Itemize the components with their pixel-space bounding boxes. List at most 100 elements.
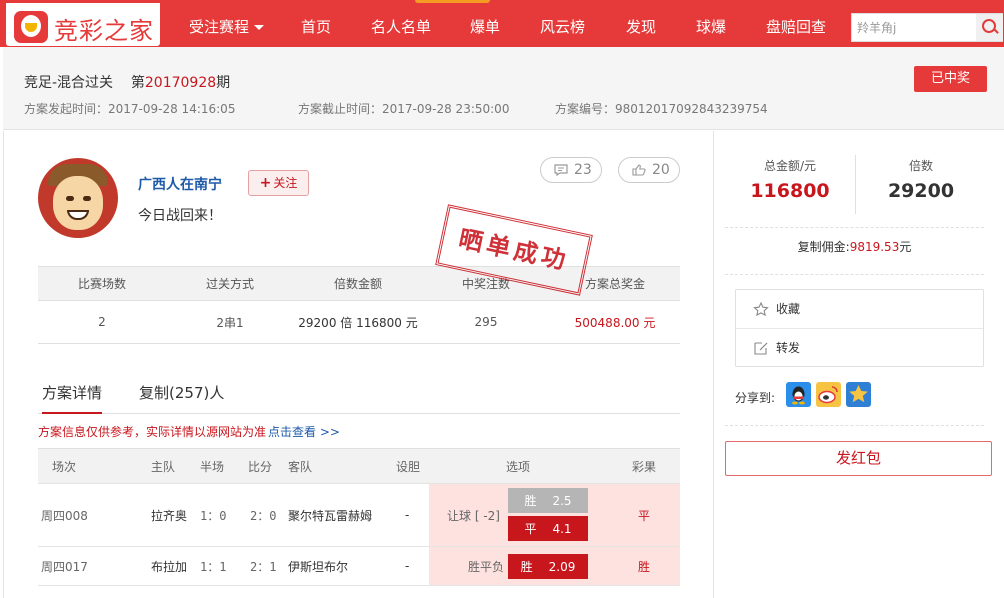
thumbs-up-icon <box>632 164 646 176</box>
search-input[interactable] <box>852 14 976 41</box>
site-logo[interactable]: 竞彩之家 <box>6 3 160 46</box>
comment-button[interactable]: 23 <box>540 157 602 183</box>
odds-value: 2.5 <box>552 493 572 508</box>
summary-winning-bets-value: 295 <box>474 315 498 329</box>
banker-flag: - <box>405 559 410 573</box>
action-panel: 收藏 转发 <box>735 289 984 367</box>
odds-option-selected: 胜 2.09 <box>508 554 588 579</box>
logo-text: 竞彩之家 <box>54 17 154 45</box>
summary-total-prize-value: 500488.00 元 <box>574 315 656 330</box>
plus-icon: + <box>259 175 272 191</box>
summary-col-amount: 倍数金额 <box>333 277 382 291</box>
summary-row: 2 2串1 29200 倍 116800 元 295 500488.00 元 <box>38 301 680 344</box>
nav-discover[interactable]: 发现 <box>626 16 656 37</box>
qzone-icon[interactable] <box>846 382 871 407</box>
col-score: 比分 <box>247 459 272 474</box>
odds-value: 4.1 <box>552 521 572 536</box>
total-amount-value: 116800 <box>750 180 830 202</box>
nav-celebrity-list[interactable]: 名人名单 <box>371 16 431 37</box>
divider <box>725 274 984 275</box>
plan-end-time: 方案截止时间：2017-09-28 23:50:00 <box>298 102 510 116</box>
full-time-score: 2：1 <box>250 559 277 574</box>
away-team: 伊斯坦布尔 <box>288 559 349 574</box>
col-banker: 设胆 <box>395 459 420 474</box>
match-result: 胜 <box>638 559 651 574</box>
qq-icon[interactable] <box>786 382 811 407</box>
summary-col-matches: 比赛场数 <box>77 277 126 291</box>
username-link[interactable]: 广西人在南宁 <box>138 174 222 194</box>
weibo-icon[interactable] <box>816 382 841 407</box>
commission-value: 9819.53 <box>849 240 900 254</box>
odds-label: 胜 <box>524 494 537 508</box>
issue-number: 20170928 <box>144 75 217 91</box>
plan-start-time: 方案发起时间：2017-09-28 14:16:05 <box>24 102 236 116</box>
commission-unit: 元 <box>899 240 912 254</box>
copy-commission: 复制佣金:9819.53元 <box>725 238 984 255</box>
home-team: 布拉加 <box>151 559 188 574</box>
favorite-button[interactable]: 收藏 <box>736 290 983 328</box>
col-result: 彩果 <box>631 459 656 474</box>
odds-label: 胜 <box>520 560 533 574</box>
plan-number: 方案编号：980120170928432397​54 <box>555 102 768 116</box>
share-edit-icon <box>754 342 768 355</box>
match-table-header: 场次 主队 半场 比分 客队 设胆 选项 彩果 <box>38 448 680 483</box>
follow-button[interactable]: + 关注 <box>248 170 309 196</box>
odds-value: 2.09 <box>548 559 576 574</box>
play-type: 让球 [ -2] <box>447 508 500 523</box>
nav-schedule[interactable]: 受注赛程 <box>189 16 264 37</box>
search-box <box>851 13 1003 42</box>
odds-label: 平 <box>524 522 537 536</box>
forward-label: 转发 <box>776 341 801 355</box>
home-team: 拉齐奥 <box>151 508 188 523</box>
col-options: 选项 <box>505 459 530 474</box>
like-button[interactable]: 20 <box>618 157 680 183</box>
search-icon[interactable] <box>976 14 1003 41</box>
tab-copy-users[interactable]: 复制(257)人 <box>139 382 224 403</box>
summary-matches-value: 2 <box>98 315 106 329</box>
table-row: 周四008 拉齐奥 1：0 2：0 聚尔特瓦雷赫姆 - 让球 [ -2] 胜 2.… <box>38 483 680 546</box>
view-source-link[interactable]: 点击查看 >> <box>268 425 340 439</box>
nav-home[interactable]: 首页 <box>301 16 331 37</box>
nav-odds-review[interactable]: 盘赔回查 <box>766 16 826 37</box>
forward-button[interactable]: 转发 <box>736 328 983 366</box>
plan-type: 竞足-混合过关 <box>24 75 114 91</box>
detail-tabs: 方案详情 复制(257)人 <box>38 372 680 414</box>
issue-prefix: 第 <box>130 75 145 91</box>
away-team: 聚尔特瓦雷赫姆 <box>288 508 373 523</box>
top-nav-bar: 竞彩之家 受注赛程 首页 名人名单 爆单 风云榜 发现 球爆 盘赔回查 <box>0 0 1004 47</box>
half-time-score: 1：1 <box>200 559 227 574</box>
total-amount-label: 总金额/元 <box>763 159 817 173</box>
nav-ball-burst[interactable]: 球爆 <box>696 16 726 37</box>
nav-leaderboard[interactable]: 风云榜 <box>540 16 585 37</box>
odds-option-selected: 平 4.1 <box>508 516 588 541</box>
plan-info-band: 竞足-混合过关 第20170928期 方案发起时间：2017-09-28 14:… <box>3 47 1004 130</box>
banker-flag: - <box>405 508 410 522</box>
follow-label: 关注 <box>273 176 298 190</box>
status-badge: 已中奖 <box>914 66 987 92</box>
like-count: 20 <box>652 162 670 178</box>
avatar-eye-left <box>66 196 74 201</box>
avatar-face-shape <box>53 176 103 230</box>
avatar-eye-right <box>83 196 91 201</box>
user-tagline: 今日战回来！ <box>138 208 222 224</box>
issue-suffix: 期 <box>216 75 231 91</box>
match-id: 周四008 <box>41 508 88 523</box>
disclaimer-text: 方案信息仅供参考，实际详情以源网站为准 <box>38 425 267 439</box>
summary-col-pass-type: 过关方式 <box>205 277 254 291</box>
multiple-label: 倍数 <box>908 159 933 173</box>
commission-label: 复制佣金: <box>797 240 850 254</box>
share-label: 分享到: <box>735 391 776 405</box>
nav-hot-bets[interactable]: 爆单 <box>470 16 500 37</box>
plan-title: 竞足-混合过关 第20170928期 <box>24 72 230 92</box>
star-icon <box>753 302 769 316</box>
tab-plan-detail[interactable]: 方案详情 <box>42 382 103 414</box>
full-time-score: 2：0 <box>250 508 277 523</box>
divider <box>725 227 984 228</box>
match-id: 周四017 <box>41 559 88 574</box>
red-packet-button[interactable]: 发红包 <box>725 441 992 476</box>
comment-icon <box>554 164 568 176</box>
multiple-value: 29200 <box>887 180 955 202</box>
avatar[interactable] <box>38 158 118 238</box>
comment-count: 23 <box>574 162 592 178</box>
col-away-team: 客队 <box>288 459 313 474</box>
